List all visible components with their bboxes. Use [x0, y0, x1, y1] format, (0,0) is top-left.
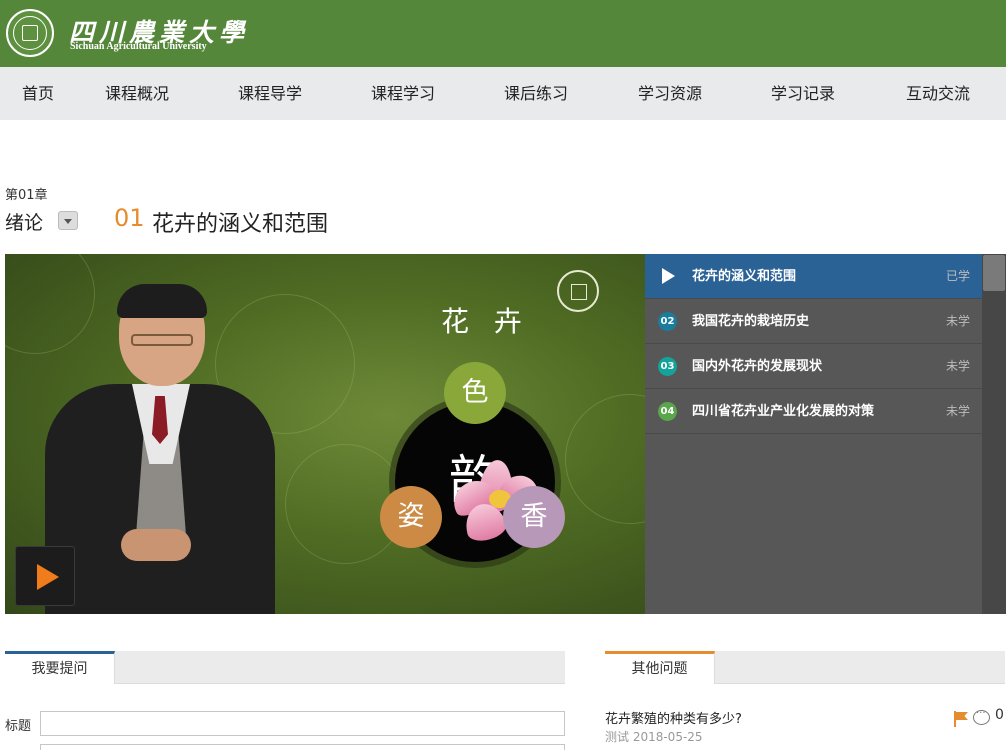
play-icon[interactable]: [15, 546, 75, 606]
playlist-item-status: 已学: [945, 269, 970, 283]
university-seal-icon[interactable]: [6, 9, 54, 57]
bubble-fragrance: 香: [503, 486, 565, 548]
nav-home[interactable]: 首页: [22, 67, 54, 120]
main-nav: 首页 课程概况 课程导学 课程学习 课后练习 学习资源 学习记录 互动交流: [0, 67, 1006, 120]
playlist-item[interactable]: 花卉的涵义和范围 已学: [645, 254, 982, 299]
chevron-down-icon: [64, 219, 72, 224]
playlist-scrollbar[interactable]: [982, 254, 1006, 614]
playlist-item-title: 我国花卉的栽培历史: [692, 314, 810, 329]
content-textarea[interactable]: [40, 744, 565, 750]
other-tab-bar: 其他问题: [605, 651, 1005, 684]
chapter-number: 第01章: [5, 188, 48, 203]
lesson-playlist: 花卉的涵义和范围 已学 02 我国花卉的栽培历史 未学 03 国内外花卉的发展现…: [645, 254, 1006, 614]
playlist-item[interactable]: 04 四川省花卉业产业化发展的对策 未学: [645, 389, 982, 434]
presenter-hands: [121, 529, 191, 561]
question-title-link[interactable]: 花卉繁殖的种类有多少?: [605, 708, 742, 727]
ask-tab-bar: 我要提问: [5, 651, 565, 684]
tab-ask-question[interactable]: 我要提问: [5, 651, 115, 684]
presenter-glasses: [131, 334, 193, 346]
bubble-color: 色: [444, 362, 506, 424]
comment-count: 0: [995, 707, 1004, 723]
lesson-number: 01: [114, 204, 145, 232]
playlist-item-title: 花卉的涵义和范围: [692, 269, 797, 284]
playlist-item-number: 03: [658, 357, 677, 376]
playlist-item-status: 未学: [945, 359, 970, 373]
chapter-dropdown-button[interactable]: [58, 211, 78, 230]
playlist-item-status: 未学: [945, 404, 970, 418]
presenter-hair: [117, 284, 207, 318]
playlist-item[interactable]: 02 我国花卉的栽培历史 未学: [645, 299, 982, 344]
nav-exercises[interactable]: 课后练习: [504, 67, 568, 120]
title-input[interactable]: [40, 711, 565, 736]
slide-title: 花 卉: [441, 305, 530, 338]
chapter-title: 绪论: [5, 212, 44, 234]
video-seal-icon: [557, 270, 599, 312]
lesson-title: 花卉的涵义和范围: [152, 212, 329, 237]
playlist-item-title: 国内外花卉的发展现状: [692, 359, 823, 374]
tab-other-questions[interactable]: 其他问题: [605, 651, 715, 684]
presenter-image: [45, 284, 275, 614]
nav-course-study[interactable]: 课程学习: [371, 67, 435, 120]
playlist-item-number: 04: [658, 402, 677, 421]
flag-icon[interactable]: [953, 711, 969, 727]
title-label: 标题: [5, 719, 32, 734]
nav-resources[interactable]: 学习资源: [638, 67, 702, 120]
seal-core: [22, 25, 38, 41]
nav-course-guide[interactable]: 课程导学: [238, 67, 302, 120]
floral-pattern: [565, 394, 645, 524]
nav-interaction[interactable]: 互动交流: [906, 67, 970, 120]
scrollbar-thumb[interactable]: [983, 255, 1005, 291]
nav-course-overview[interactable]: 课程概况: [105, 67, 169, 120]
video-player[interactable]: 花 卉 韵 色 姿 香: [5, 254, 645, 614]
playlist-item-title: 四川省花卉业产业化发展的对策: [692, 404, 875, 419]
play-icon: [662, 268, 675, 284]
comment-icon[interactable]: [973, 705, 990, 725]
nav-study-records[interactable]: 学习记录: [771, 67, 835, 120]
playlist-item[interactable]: 03 国内外花卉的发展现状 未学: [645, 344, 982, 389]
playlist-item-status: 未学: [945, 314, 970, 328]
site-header: 四川農業大學 Sichuan Agricultural University: [0, 0, 1006, 67]
logo-english-name[interactable]: Sichuan Agricultural University: [70, 41, 207, 52]
bubble-posture: 姿: [380, 486, 442, 548]
question-meta: 测试 2018-05-25: [605, 730, 703, 744]
playlist-item-number: 02: [658, 312, 677, 331]
